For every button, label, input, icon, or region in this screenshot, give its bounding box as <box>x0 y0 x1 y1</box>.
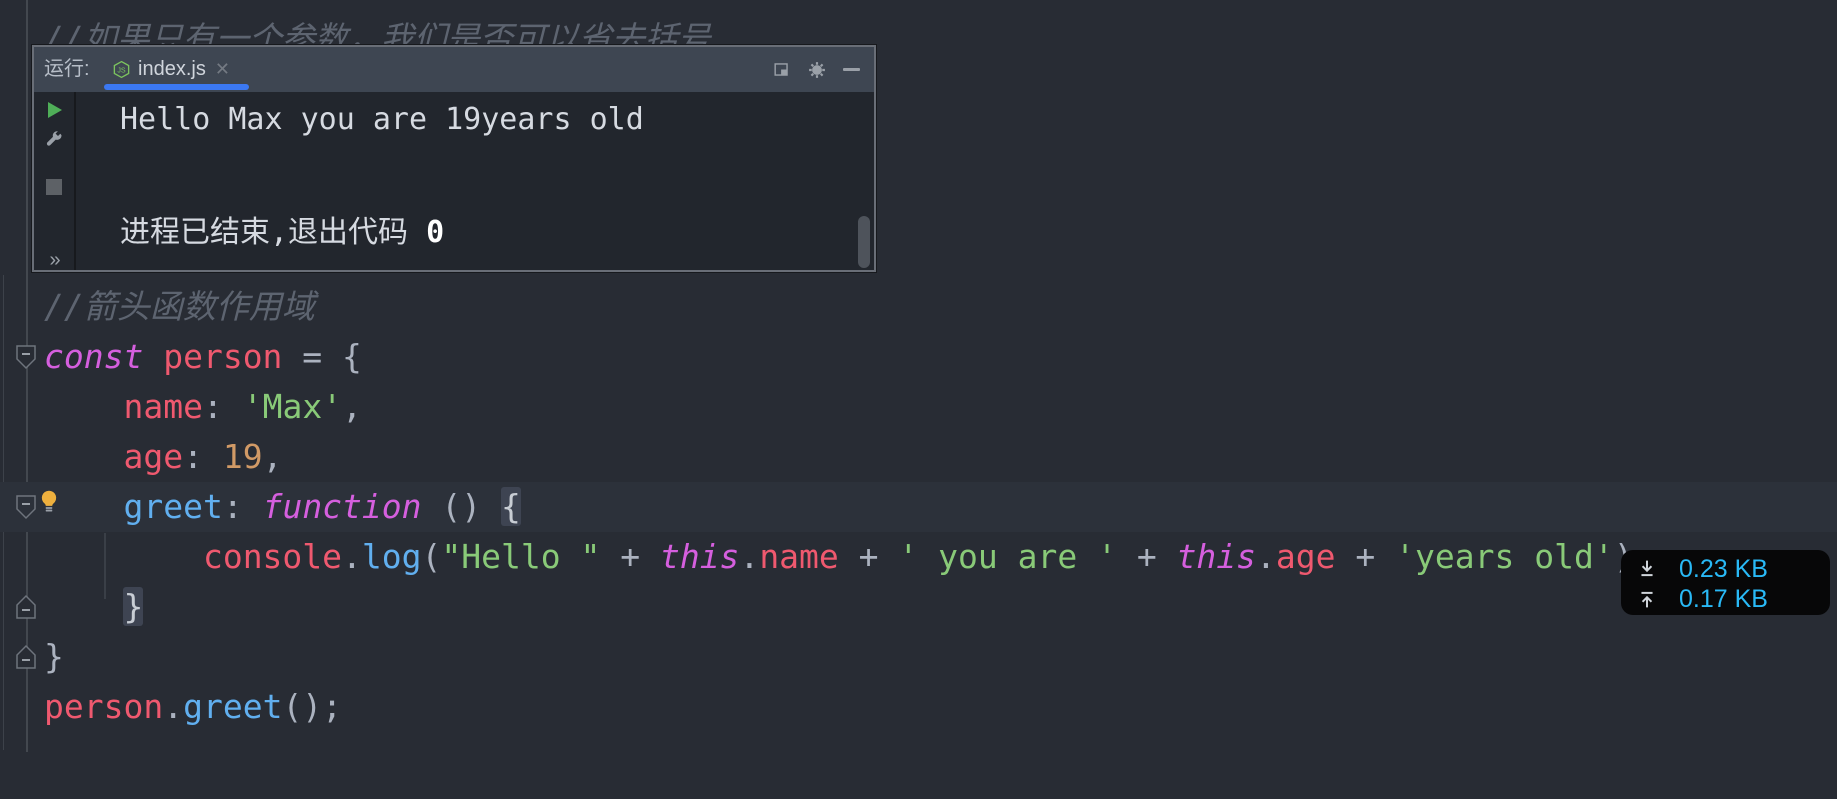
rerun-button[interactable] <box>41 100 67 120</box>
close-icon[interactable]: ✕ <box>215 59 230 80</box>
run-window-titlebar[interactable]: 运行: JS index.js ✕ <box>34 47 874 92</box>
fold-end-icon[interactable] <box>14 593 38 621</box>
code-line[interactable]: } <box>44 582 143 632</box>
process-finished-text: 进程已结束,退出代码 <box>120 215 426 250</box>
fold-guide-line <box>26 0 28 752</box>
ide-window: //如果只有一个参数，我们是否可以省去括号//箭头函数作用域const pers… <box>0 0 1837 799</box>
indent-guide <box>104 533 106 599</box>
tab-label: index.js <box>138 58 206 81</box>
console-output-line: 进程已结束,退出代码 0 <box>120 207 444 251</box>
code-line[interactable]: age: 19, <box>44 432 282 482</box>
code-line[interactable]: const person = { <box>44 332 362 382</box>
nodejs-icon: JS <box>112 60 131 79</box>
fold-end-icon[interactable] <box>14 643 38 671</box>
code-line[interactable]: greet: function () { <box>44 482 521 532</box>
fold-collapse-icon[interactable] <box>14 343 38 371</box>
run-toolbar: » <box>34 92 76 270</box>
upload-icon <box>1637 589 1657 609</box>
code-line[interactable]: name: 'Max', <box>44 382 362 432</box>
gear-icon[interactable] <box>807 60 827 80</box>
lightbulb-icon[interactable] <box>36 488 62 514</box>
stop-icon <box>46 179 62 195</box>
run-label: 运行: <box>44 47 90 92</box>
upload-speed: 0.17 KB <box>1679 585 1768 614</box>
play-icon <box>44 100 64 120</box>
code-line[interactable]: //箭头函数作用域 <box>44 282 315 332</box>
download-speed: 0.23 KB <box>1679 555 1768 584</box>
code-line[interactable]: console.log("Hello " + this.name + ' you… <box>44 532 1653 582</box>
fold-collapse-icon[interactable] <box>14 493 38 521</box>
console-output-line: Hello Max you are 19years old <box>120 102 644 137</box>
network-speed-widget: 0.23 KB 0.17 KB <box>1621 550 1830 615</box>
float-window-icon[interactable] <box>772 60 791 79</box>
hide-window-icon[interactable] <box>843 68 860 71</box>
code-line[interactable]: person.greet(); <box>44 682 342 732</box>
stop-button[interactable] <box>41 179 67 195</box>
active-tab-underline <box>104 84 249 90</box>
more-actions-button[interactable]: » <box>49 249 58 272</box>
console-output: Hello Max you are 19years old 进程已结束,退出代码… <box>78 92 870 270</box>
code-line[interactable]: } <box>44 632 64 682</box>
console-scrollbar-thumb[interactable] <box>858 216 870 268</box>
download-icon <box>1637 559 1657 579</box>
exit-code: 0 <box>426 215 444 250</box>
run-tool-window: 运行: JS index.js ✕ <box>32 45 876 272</box>
run-settings-button[interactable] <box>41 130 67 151</box>
svg-text:JS: JS <box>117 66 126 74</box>
wrench-icon <box>44 130 65 151</box>
